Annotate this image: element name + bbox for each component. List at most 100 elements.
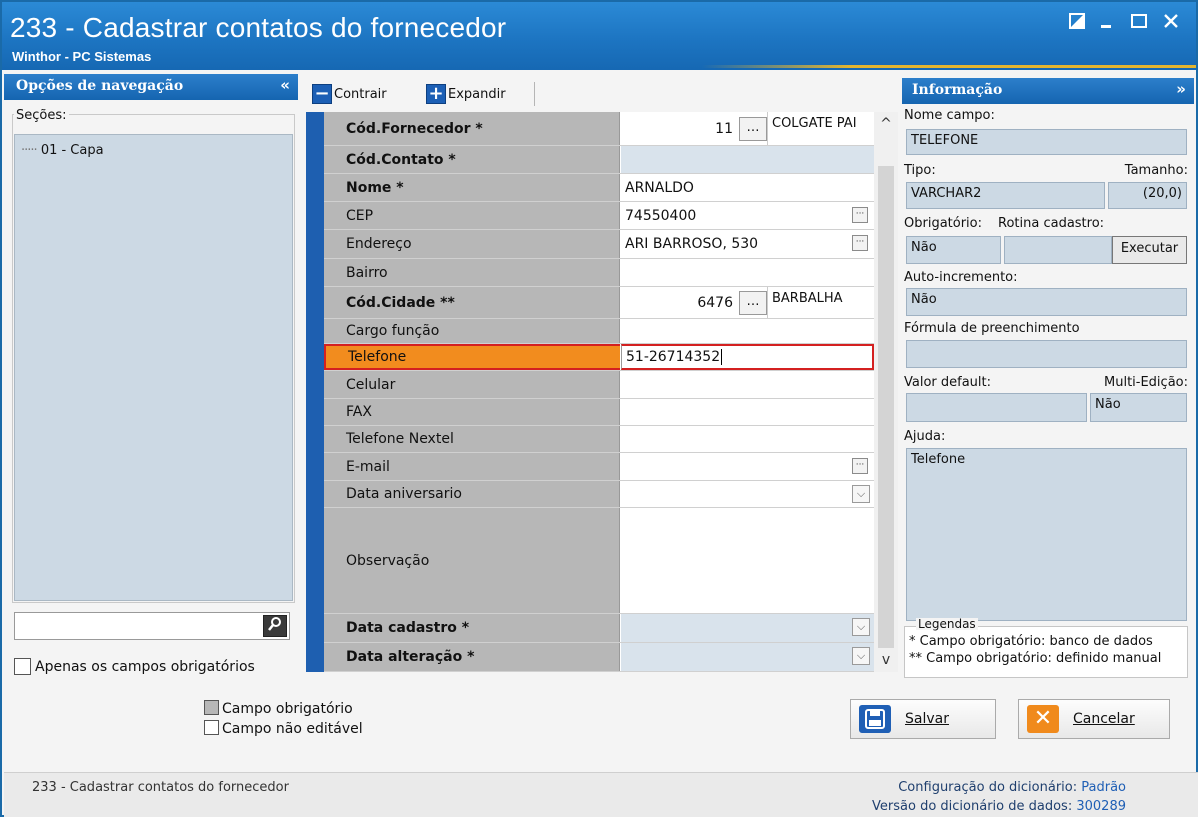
scrollbar-thumb[interactable]: [878, 166, 894, 648]
lookup-fornecedor-button[interactable]: …: [739, 116, 767, 141]
chevron-down-icon[interactable]: ⌵: [852, 647, 870, 665]
data-aniversario-field[interactable]: ⌵: [621, 481, 874, 507]
field-label: Cód.Contato *: [324, 146, 620, 173]
form-toolbar: − Contrair + Expandir: [306, 80, 898, 108]
dict-version-value: 300289: [1076, 799, 1126, 814]
routine-label: Rotina cadastro:: [998, 216, 1105, 231]
row-email: E-mail ···: [324, 453, 874, 481]
search-icon[interactable]: [263, 615, 287, 637]
sections-label: Seções:: [14, 108, 69, 123]
tree-item-capa[interactable]: ····· 01 - Capa: [21, 143, 104, 158]
execute-button[interactable]: Executar: [1112, 236, 1187, 264]
help-label: Ajuda:: [904, 429, 946, 444]
telefone-field[interactable]: 51-26714352: [621, 344, 874, 370]
type-value: VARCHAR2: [906, 182, 1105, 209]
field-label: Cargo função: [324, 319, 620, 343]
close-icon[interactable]: [1158, 10, 1184, 36]
observacao-field[interactable]: [621, 508, 874, 613]
field-label: Telefone Nextel: [324, 426, 620, 452]
celular-field[interactable]: [621, 371, 874, 398]
cep-lookup-button[interactable]: ···: [852, 207, 868, 223]
formula-label: Fórmula de preenchimento: [904, 321, 1080, 336]
sections-tree: ····· 01 - Capa: [14, 134, 293, 601]
legend-required-db: * Campo obrigatório: banco de dados: [909, 634, 1153, 649]
cargo-funcao-field[interactable]: [621, 319, 874, 343]
fax-field[interactable]: [621, 399, 874, 425]
navigation-header: Opções de navegação «: [4, 74, 298, 100]
email-field[interactable]: ···: [621, 453, 874, 480]
collapse-button[interactable]: − Contrair: [312, 84, 387, 104]
cancel-button[interactable]: ✕ Cancelar: [1018, 699, 1170, 739]
navigation-header-label: Opções de navegação: [16, 78, 184, 94]
field-label: Data cadastro *: [324, 614, 620, 642]
required-swatch: [204, 700, 219, 715]
data-cadastro-field: ⌵: [621, 614, 874, 642]
field-label: Endereço: [324, 230, 620, 258]
dict-config-label: Configuração do dicionário:: [898, 780, 1078, 795]
field-label: Nome *: [324, 174, 620, 201]
window-title: 233 - Cadastrar contatos do fornecedor: [10, 12, 507, 43]
field-label: Telefone: [324, 344, 620, 370]
scroll-up-icon[interactable]: ^: [878, 116, 894, 132]
info-header: Informação »: [902, 78, 1194, 104]
row-data-alteracao: Data alteração * ⌵: [324, 643, 874, 672]
row-cep: CEP 74550400 ···: [324, 202, 874, 230]
row-cod-fornecedor: Cód.Fornecedor * 11 … COLGATE PAI: [324, 112, 874, 146]
size-value: (20,0): [1108, 182, 1187, 209]
field-label: Bairro: [324, 259, 620, 286]
sections-search-input[interactable]: [14, 612, 290, 640]
bairro-field[interactable]: [621, 259, 874, 286]
cod-fornecedor-value[interactable]: 11: [621, 121, 739, 137]
row-telefone-nextel: Telefone Nextel: [324, 426, 874, 453]
telefone-nextel-field[interactable]: [621, 426, 874, 452]
endereco-field[interactable]: ARI BARROSO, 530 ···: [621, 230, 874, 258]
status-bar: 233 - Cadastrar contatos do fornecedor C…: [4, 772, 1198, 817]
only-required-label: Apenas os campos obrigatórios: [35, 658, 255, 675]
lookup-cidade-button[interactable]: …: [739, 290, 767, 315]
collapse-panel-icon[interactable]: «: [280, 76, 290, 94]
toolbar-divider: [534, 82, 535, 106]
cod-fornecedor-field[interactable]: 11 … COLGATE PAI: [621, 112, 874, 145]
type-label: Tipo:: [904, 163, 936, 178]
email-lookup-button[interactable]: ···: [852, 458, 868, 474]
field-label: E-mail: [324, 453, 620, 480]
chevron-down-icon[interactable]: ⌵: [852, 618, 870, 636]
row-observacao: Observação: [324, 508, 874, 614]
info-panel: Informação » Nome campo: TELEFONE Tipo: …: [902, 78, 1194, 682]
cep-field[interactable]: 74550400 ···: [621, 202, 874, 229]
only-required-checkbox-row[interactable]: Apenas os campos obrigatórios: [14, 658, 255, 675]
field-label: Celular: [324, 371, 620, 398]
endereco-lookup-button[interactable]: ···: [852, 235, 868, 251]
row-cargo-funcao: Cargo função: [324, 319, 874, 344]
save-button[interactable]: Salvar: [850, 699, 996, 739]
status-dict-config: Configuração do dicionário: Padrão: [898, 780, 1126, 795]
cod-cidade-field[interactable]: 6476 … BARBALHA: [621, 287, 874, 318]
row-data-aniversario: Data aniversario ⌵: [324, 481, 874, 508]
field-label: Data alteração *: [324, 643, 620, 671]
cod-cidade-value[interactable]: 6476: [621, 295, 739, 311]
cidade-name: BARBALHA: [767, 287, 867, 318]
endereco-value[interactable]: ARI BARROSO, 530: [625, 236, 758, 252]
autoinc-label: Auto-incremento:: [904, 270, 1018, 285]
maximize-icon[interactable]: [1126, 10, 1152, 36]
chevron-down-icon[interactable]: ⌵: [852, 485, 870, 503]
cep-value[interactable]: 74550400: [625, 208, 696, 224]
legend-required-label: Campo obrigatório: [222, 701, 353, 717]
help-text: Telefone: [906, 448, 1187, 621]
title-bar: 233 - Cadastrar contatos do fornecedor W…: [2, 2, 1196, 70]
nome-field[interactable]: ARNALDO: [621, 174, 874, 201]
only-required-checkbox[interactable]: [14, 658, 31, 675]
form-scrollbar[interactable]: ^ v: [874, 112, 898, 672]
required-value: Não: [906, 236, 1001, 264]
save-label: Salvar: [905, 711, 949, 727]
app-window: 233 - Cadastrar contatos do fornecedor W…: [0, 0, 1198, 817]
minimize-icon[interactable]: [1094, 10, 1120, 36]
legend-box: * Campo obrigatório: banco de dados ** C…: [904, 626, 1188, 678]
expand-button[interactable]: + Expandir: [426, 84, 506, 104]
scroll-down-icon[interactable]: v: [878, 652, 894, 668]
fornecedor-name: COLGATE PAI: [767, 112, 867, 145]
restore-icon[interactable]: [1064, 10, 1090, 36]
expand-panel-icon[interactable]: »: [1176, 80, 1186, 98]
row-telefone: Telefone 51-26714352: [324, 344, 874, 371]
telefone-value[interactable]: 51-26714352: [626, 349, 720, 365]
